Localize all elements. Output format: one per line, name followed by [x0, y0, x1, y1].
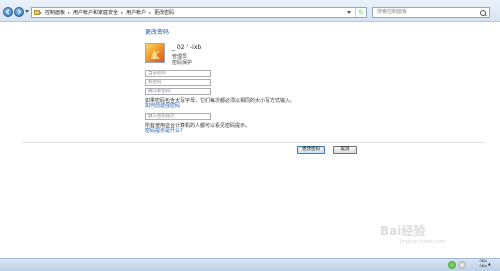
download-speed: 0K/s — [479, 263, 487, 268]
change-password-button[interactable]: 更改密码 — [297, 146, 325, 154]
user-avatar — [145, 43, 165, 63]
watermark-text: Bai经验 — [380, 224, 426, 238]
user-protection-status: 密码保护 — [172, 60, 193, 66]
flower-icon — [151, 49, 160, 60]
search-icon[interactable] — [480, 10, 486, 16]
page-title: 更改密码 — [145, 29, 170, 36]
password-hint-help-link[interactable]: 密码提示是什么？ — [145, 127, 185, 134]
new-password-input[interactable] — [145, 79, 211, 86]
current-password-input[interactable] — [145, 70, 211, 77]
recent-pages-dropdown[interactable] — [25, 10, 29, 13]
breadcrumb-item-change-password[interactable]: 更改密码 — [151, 9, 177, 16]
search-placeholder: 搜索控制面板 — [377, 9, 408, 15]
confirm-password-input[interactable] — [145, 88, 211, 95]
user-name: _ 02 ' -ixb — [172, 44, 202, 51]
baidu-watermark: Bai经验 jingyan.baidu.com — [380, 222, 446, 245]
search-box[interactable]: 搜索控制面板 — [372, 7, 490, 18]
divider — [22, 142, 485, 143]
breadcrumb[interactable]: ▸ 控制面板 ▸ 用户帐户和家庭安全 ▸ 用户帐户 ▸ 更改密码 ↻ — [31, 7, 367, 18]
address-bar: ▸ 控制面板 ▸ 用户帐户和家庭安全 ▸ 用户帐户 ▸ 更改密码 ↻ 搜索控制面板 — [0, 0, 500, 22]
breadcrumb-item-user-accounts[interactable]: 用户帐户 ▸ — [123, 9, 151, 16]
breadcrumb-item-control-panel[interactable]: 控制面板 ▸ — [42, 9, 70, 16]
refresh-icon[interactable]: ↻ — [355, 8, 366, 17]
password-hint-input[interactable] — [145, 113, 211, 120]
network-speed: 0K/s 0K/s — [467, 259, 487, 268]
taskbar: 0K/s 0K/s ▲ — [0, 258, 500, 271]
tray-arrow-icon[interactable]: ▲ — [488, 262, 491, 266]
watermark-url: jingyan.baidu.com — [400, 239, 447, 245]
arrow-left-icon — [5, 9, 10, 15]
forward-button[interactable] — [14, 7, 24, 17]
address-dropdown[interactable] — [347, 11, 351, 14]
network-monitor-icon[interactable] — [448, 261, 456, 269]
back-button[interactable] — [3, 7, 13, 17]
arrow-right-icon — [17, 9, 22, 15]
strong-password-link[interactable]: 如何创建强密码 — [145, 102, 180, 109]
tray-app-icon[interactable] — [458, 261, 466, 269]
cancel-button[interactable]: 取消 — [333, 146, 357, 154]
breadcrumb-item-family-safety[interactable]: 用户帐户和家庭安全 ▸ — [70, 9, 123, 16]
